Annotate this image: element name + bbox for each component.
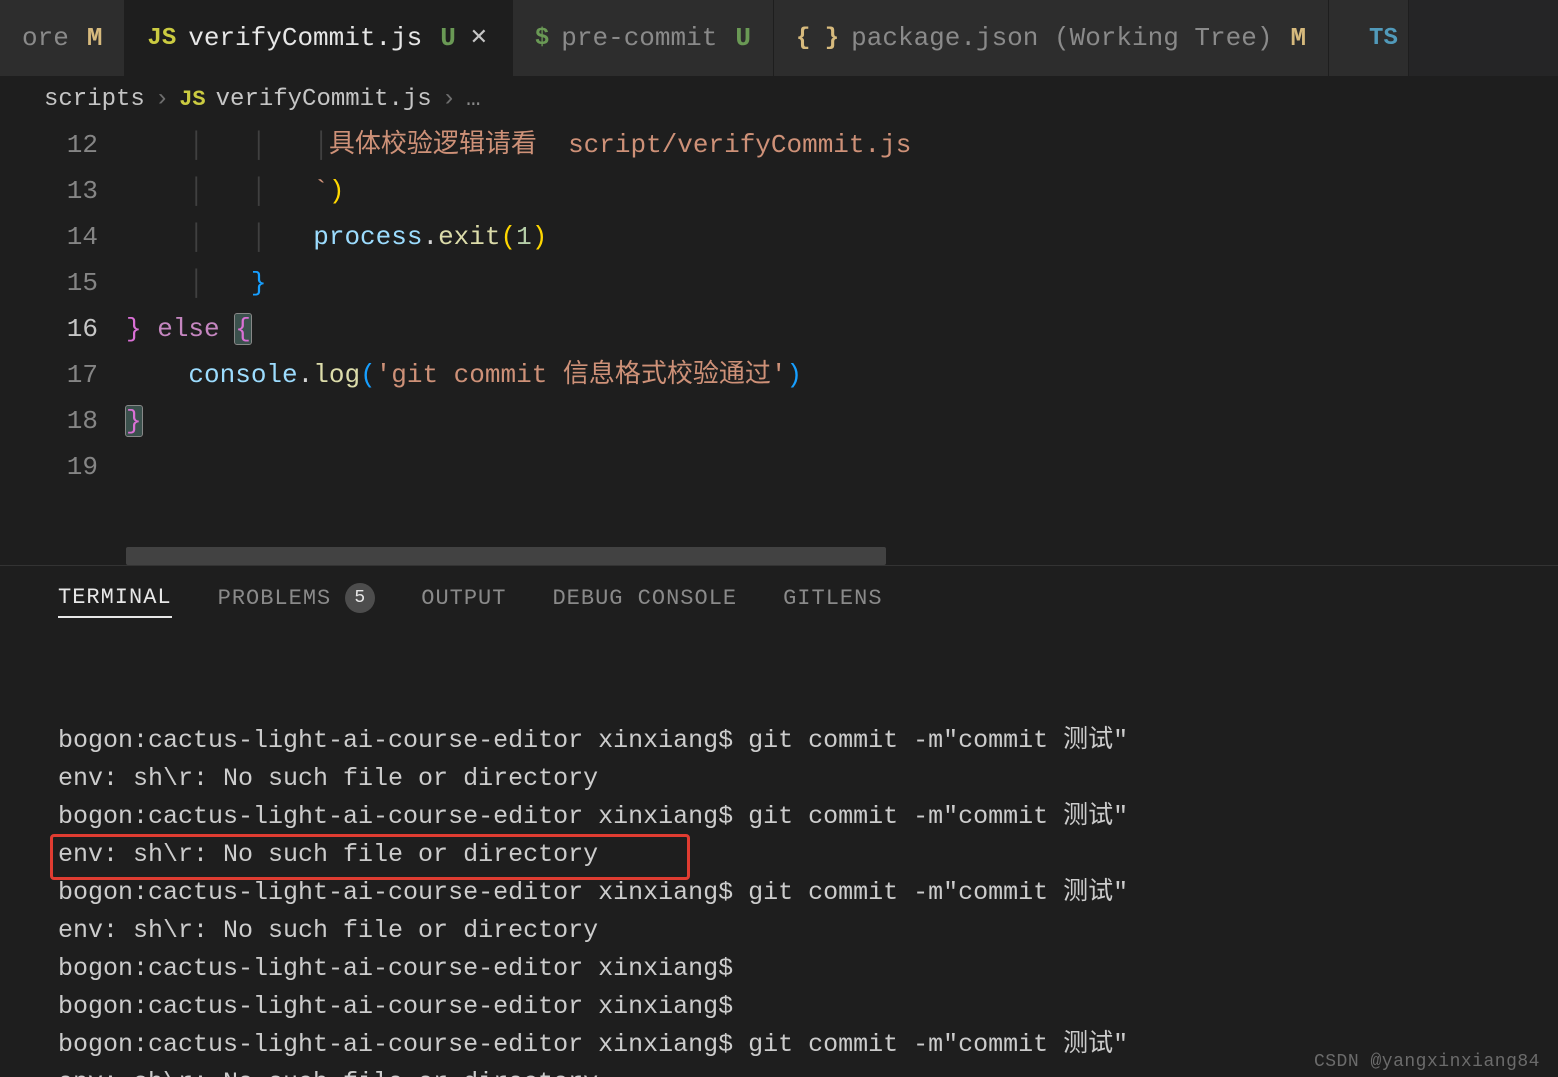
panel-tab-bar: TERMINAL PROBLEMS 5 OUTPUT DEBUG CONSOLE…: [0, 566, 1558, 630]
terminal-line: bogon:cactus-light-ai-course-editor xinx…: [58, 722, 1500, 760]
git-status-indicator: M: [87, 23, 103, 53]
line-number: 19: [0, 444, 98, 490]
editor[interactable]: 1213141516171819 │ │ │具体校验逻辑请看 script/ve…: [0, 122, 1558, 547]
icon-js-icon: JS: [147, 25, 176, 52]
problems-count-badge: 5: [345, 583, 375, 613]
scrollbar-thumb[interactable]: [126, 547, 886, 565]
tab-label: verifyCommit.js: [188, 23, 422, 53]
line-number: 18: [0, 398, 98, 444]
code-line[interactable]: │ }: [126, 260, 1558, 306]
terminal-line: env: sh\r: No such file or directory: [58, 836, 1500, 874]
icon-dollar-icon: $: [535, 25, 549, 52]
terminal-line: env: sh\r: No such file or directory: [58, 760, 1500, 798]
breadcrumb-separator: ›: [442, 86, 456, 113]
code-line[interactable]: │ │ │具体校验逻辑请看 script/verifyCommit.js: [126, 122, 1558, 168]
editor-horizontal-scrollbar[interactable]: [0, 547, 1558, 565]
tab-problems-label: PROBLEMS: [218, 586, 332, 611]
terminal-line: bogon:cactus-light-ai-course-editor xinx…: [58, 1026, 1500, 1064]
tab-debug-console[interactable]: DEBUG CONSOLE: [552, 580, 737, 617]
breadcrumb-folder[interactable]: scripts: [44, 86, 145, 113]
tab-gitlens[interactable]: GITLENS: [783, 580, 882, 617]
terminal-line: bogon:cactus-light-ai-course-editor xinx…: [58, 950, 1500, 988]
tab-terminal[interactable]: TERMINAL: [58, 579, 172, 618]
code-line[interactable]: │ │ process.exit(1): [126, 214, 1558, 260]
icon-json-icon: { }: [796, 25, 839, 52]
terminal-output[interactable]: bogon:cactus-light-ai-course-editor xinx…: [0, 630, 1558, 1077]
tab-label: ore: [22, 23, 69, 53]
code-line[interactable]: │ │ `): [126, 168, 1558, 214]
breadcrumb-separator: ›: [155, 86, 169, 113]
line-number: 17: [0, 352, 98, 398]
tab-output[interactable]: OUTPUT: [421, 580, 506, 617]
git-status-indicator: M: [1290, 23, 1306, 53]
code-line[interactable]: } else {: [126, 306, 1558, 352]
watermark: CSDN @yangxinxiang84: [1314, 1043, 1540, 1077]
close-icon[interactable]: ✕: [468, 27, 490, 49]
tab-bar: ore M JS verifyCommit.js U ✕ $ pre-commit U { } pa…: [0, 0, 1558, 76]
tab-problems[interactable]: PROBLEMS 5: [218, 577, 376, 619]
js-icon: JS: [179, 87, 205, 112]
bottom-panel: TERMINAL PROBLEMS 5 OUTPUT DEBUG CONSOLE…: [0, 565, 1558, 1077]
line-number: 15: [0, 260, 98, 306]
code-line[interactable]: }: [126, 398, 1558, 444]
line-number-gutter: 1213141516171819: [0, 122, 126, 547]
editor-tab[interactable]: ore M: [0, 0, 125, 76]
terminal-line: bogon:cactus-light-ai-course-editor xinx…: [58, 798, 1500, 836]
breadcrumb-file[interactable]: verifyCommit.js: [216, 86, 432, 113]
tab-label: pre-commit: [561, 23, 717, 53]
terminal-line: bogon:cactus-light-ai-course-editor xinx…: [58, 988, 1500, 1026]
code-area[interactable]: │ │ │具体校验逻辑请看 script/verifyCommit.js │ │…: [126, 122, 1558, 547]
breadcrumb-ellipsis[interactable]: …: [466, 86, 480, 113]
editor-tab[interactable]: TS: [1329, 0, 1409, 76]
line-number: 13: [0, 168, 98, 214]
line-number: 16: [0, 306, 98, 352]
terminal-line: env: sh\r: No such file or directory: [58, 912, 1500, 950]
editor-tab[interactable]: JS verifyCommit.js U ✕: [125, 0, 512, 76]
editor-tab[interactable]: $ pre-commit U: [513, 0, 774, 76]
code-line[interactable]: console.log('git commit 信息格式校验通过'): [126, 352, 1558, 398]
tab-label: package.json (Working Tree): [851, 23, 1272, 53]
breadcrumb: scripts › JS verifyCommit.js › …: [0, 76, 1558, 122]
line-number: 12: [0, 122, 98, 168]
terminal-line: bogon:cactus-light-ai-course-editor xinx…: [58, 874, 1500, 912]
git-status-indicator: U: [735, 23, 751, 53]
editor-tab[interactable]: { } package.json (Working Tree) M: [774, 0, 1329, 76]
git-status-indicator: U: [440, 23, 456, 53]
terminal-line: env: sh\r: No such file or directory: [58, 1064, 1500, 1077]
line-number: 14: [0, 214, 98, 260]
icon-ts-icon: TS: [1369, 25, 1398, 52]
